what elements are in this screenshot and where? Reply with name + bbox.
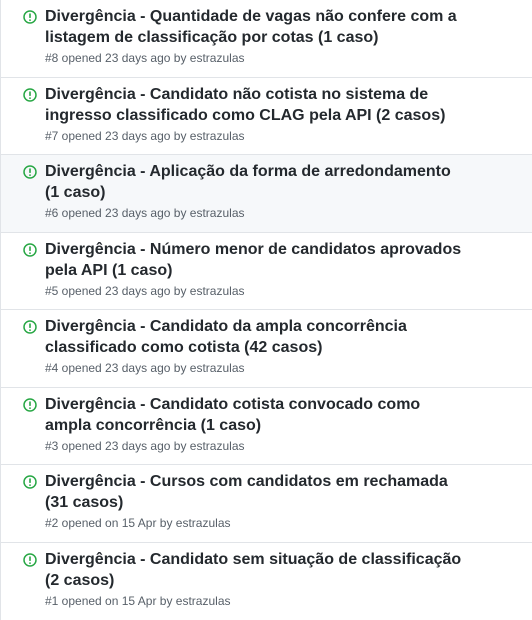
issue-title-link[interactable]: Divergência - Quantidade de vagas não co…: [45, 6, 465, 48]
issue-meta: #1 opened on 15 Apr by estrazulas: [45, 593, 520, 609]
issue-author-link[interactable]: estrazulas: [176, 594, 231, 608]
issue-opened-icon: [23, 165, 37, 179]
issue-row[interactable]: Divergência - Número menor de candidatos…: [1, 233, 532, 311]
issue-author-link[interactable]: estrazulas: [190, 284, 245, 298]
issue-opened-icon: [23, 553, 37, 567]
issue-title-link[interactable]: Divergência - Cursos com candidatos em r…: [45, 471, 465, 513]
issue-opened-icon: [23, 320, 37, 334]
issue-row[interactable]: Divergência - Quantidade de vagas não co…: [1, 0, 532, 78]
issue-title-link[interactable]: Divergência - Candidato sem situação de …: [45, 549, 465, 591]
issue-row[interactable]: Divergência - Candidato da ampla concorr…: [1, 310, 532, 388]
issue-author-link[interactable]: estrazulas: [190, 206, 245, 220]
issue-opened-icon: [23, 243, 37, 257]
issue-author-link[interactable]: estrazulas: [190, 51, 245, 65]
issue-row[interactable]: Divergência - Candidato cotista convocad…: [1, 388, 532, 466]
issue-meta: #4 opened 23 days ago by estrazulas: [45, 360, 520, 376]
issue-title-link[interactable]: Divergência - Aplicação da forma de arre…: [45, 161, 465, 203]
issue-opened-icon: [23, 10, 37, 24]
issue-author-link[interactable]: estrazulas: [190, 439, 245, 453]
issue-row[interactable]: Divergência - Candidato sem situação de …: [1, 543, 532, 620]
issue-author-link[interactable]: estrazulas: [176, 516, 231, 530]
issue-meta: #8 opened 23 days ago by estrazulas: [45, 50, 520, 66]
issue-opened-icon: [23, 398, 37, 412]
issue-row[interactable]: Divergência - Aplicação da forma de arre…: [1, 155, 532, 233]
issue-meta-prefix: #1 opened on 15 Apr by: [45, 594, 172, 608]
issue-list: Divergência - Quantidade de vagas não co…: [0, 0, 532, 620]
issue-meta: #6 opened 23 days ago by estrazulas: [45, 205, 520, 221]
issue-title-link[interactable]: Divergência - Candidato cotista convocad…: [45, 394, 465, 436]
issue-title-link[interactable]: Divergência - Candidato não cotista no s…: [45, 84, 465, 126]
issue-opened-icon: [23, 88, 37, 102]
issue-meta-prefix: #6 opened 23 days ago by: [45, 206, 186, 220]
issue-meta: #3 opened 23 days ago by estrazulas: [45, 438, 520, 454]
issue-meta-prefix: #7 opened 23 days ago by: [45, 129, 186, 143]
issue-meta: #2 opened on 15 Apr by estrazulas: [45, 515, 520, 531]
issue-row[interactable]: Divergência - Cursos com candidatos em r…: [1, 465, 532, 543]
issue-author-link[interactable]: estrazulas: [190, 361, 245, 375]
issue-meta: #5 opened 23 days ago by estrazulas: [45, 283, 520, 299]
issue-meta-prefix: #2 opened on 15 Apr by: [45, 516, 172, 530]
issue-meta-prefix: #3 opened 23 days ago by: [45, 439, 186, 453]
issue-meta: #7 opened 23 days ago by estrazulas: [45, 128, 520, 144]
issue-meta-prefix: #8 opened 23 days ago by: [45, 51, 186, 65]
issue-row[interactable]: Divergência - Candidato não cotista no s…: [1, 78, 532, 156]
issue-opened-icon: [23, 475, 37, 489]
issue-author-link[interactable]: estrazulas: [190, 129, 245, 143]
issue-meta-prefix: #5 opened 23 days ago by: [45, 284, 186, 298]
issue-title-link[interactable]: Divergência - Candidato da ampla concorr…: [45, 316, 465, 358]
issue-title-link[interactable]: Divergência - Número menor de candidatos…: [45, 239, 465, 281]
issue-meta-prefix: #4 opened 23 days ago by: [45, 361, 186, 375]
